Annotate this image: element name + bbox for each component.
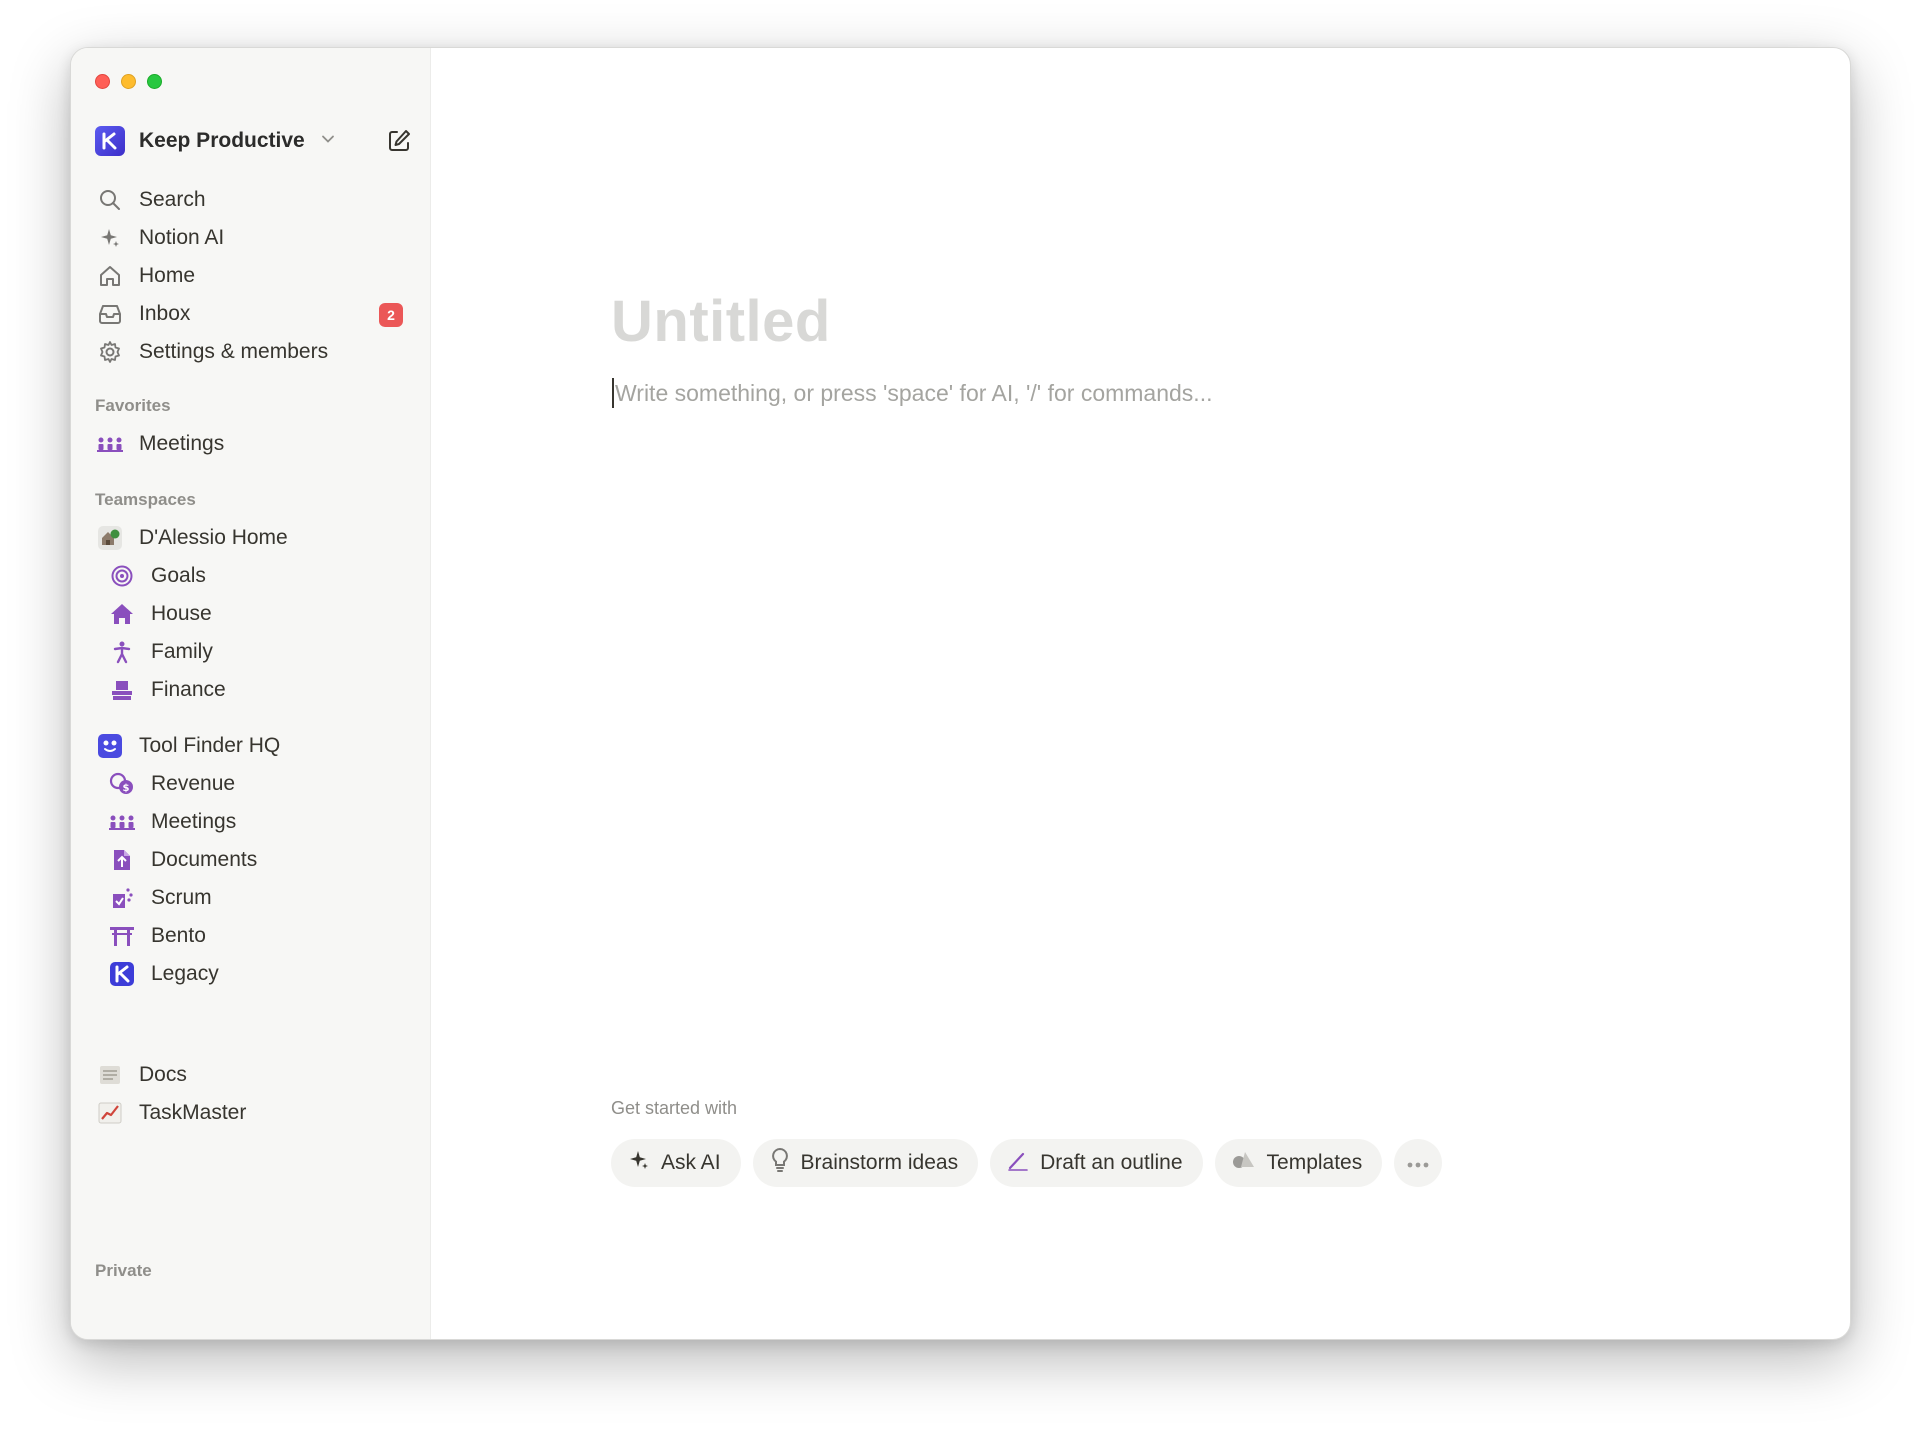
private-section-label: Private bbox=[95, 1261, 152, 1280]
sidebar-item-notion-ai[interactable]: Notion AI bbox=[89, 218, 413, 258]
scroll-icon bbox=[95, 1060, 125, 1090]
app-window: Keep Productive Search Notion AI Home In… bbox=[70, 47, 1851, 1340]
chip-label: Brainstorm ideas bbox=[800, 1151, 959, 1174]
scrum-icon bbox=[107, 883, 137, 913]
sidebar-item-label: Notion AI bbox=[139, 226, 225, 249]
chart-increasing-icon bbox=[95, 1098, 125, 1128]
page-title-input[interactable]: Untitled bbox=[611, 288, 831, 355]
meetings-icon bbox=[107, 807, 137, 837]
sidebar-item-label: Legacy bbox=[151, 962, 219, 985]
compose-icon bbox=[389, 130, 410, 151]
draft-outline-button[interactable]: Draft an outline bbox=[990, 1139, 1203, 1187]
page-body-input[interactable]: Write something, or press 'space' for AI… bbox=[612, 378, 1212, 408]
sidebar-item-label: Meetings bbox=[139, 432, 225, 455]
page-editor: Untitled Write something, or press 'spac… bbox=[431, 48, 1850, 1339]
meetings-icon bbox=[95, 429, 125, 459]
sidebar-item-label: Home bbox=[139, 264, 196, 287]
sidebar-item-favorite-meetings[interactable]: Meetings bbox=[89, 424, 413, 464]
sidebar-item-meetings[interactable]: Meetings bbox=[101, 802, 413, 842]
sidebar-item-label: Docs bbox=[139, 1063, 187, 1086]
new-page-button[interactable] bbox=[383, 125, 415, 157]
sparkle-icon bbox=[627, 1148, 651, 1178]
sidebar-item-scrum[interactable]: Scrum bbox=[101, 878, 413, 918]
workspace-logo-icon bbox=[95, 126, 125, 156]
sidebar-item-label: TaskMaster bbox=[139, 1101, 247, 1124]
pen-icon bbox=[1006, 1148, 1030, 1178]
sidebar-item-label: Goals bbox=[151, 564, 206, 587]
sidebar: Keep Productive Search Notion AI Home In… bbox=[71, 48, 431, 1339]
sidebar-item-label: Family bbox=[151, 640, 213, 663]
sidebar-item-label: D'Alessio Home bbox=[139, 526, 288, 549]
sidebar-item-settings[interactable]: Settings & members bbox=[89, 332, 413, 372]
lightbulb-icon bbox=[769, 1147, 791, 1179]
more-horizontal-icon bbox=[1406, 1151, 1430, 1175]
legacy-logo-icon bbox=[107, 959, 137, 989]
sidebar-item-docs[interactable]: Docs bbox=[89, 1055, 413, 1095]
sidebar-item-label: Bento bbox=[151, 924, 206, 947]
target-icon bbox=[107, 561, 137, 591]
bank-icon bbox=[107, 675, 137, 705]
sidebar-item-label: Inbox bbox=[139, 302, 191, 325]
teamspace-dalessio-home[interactable]: D'Alessio Home bbox=[89, 518, 413, 558]
shapes-icon bbox=[1231, 1148, 1257, 1178]
workspace-switcher[interactable]: Keep Productive bbox=[95, 124, 335, 158]
maximize-window-button[interactable] bbox=[147, 74, 162, 89]
sidebar-item-revenue[interactable]: $ Revenue bbox=[101, 764, 413, 804]
inbox-icon bbox=[95, 299, 125, 329]
gear-icon bbox=[95, 337, 125, 367]
chevron-down-icon bbox=[321, 132, 335, 151]
sidebar-item-home[interactable]: Home bbox=[89, 256, 413, 296]
quick-actions: Ask AI Brainstorm ideas Draft an outline… bbox=[611, 1139, 1443, 1187]
document-icon bbox=[107, 845, 137, 875]
ask-ai-button[interactable]: Ask AI bbox=[611, 1139, 741, 1187]
sidebar-item-taskmaster[interactable]: TaskMaster bbox=[89, 1093, 413, 1133]
person-icon bbox=[107, 637, 137, 667]
sidebar-item-label: Finance bbox=[151, 678, 226, 701]
sidebar-item-label: Documents bbox=[151, 848, 258, 871]
more-options-button[interactable] bbox=[1394, 1139, 1443, 1187]
chip-label: Ask AI bbox=[661, 1151, 721, 1174]
house-icon bbox=[107, 599, 137, 629]
sidebar-item-legacy[interactable]: Legacy bbox=[101, 954, 413, 994]
home-garden-icon bbox=[95, 523, 125, 553]
sidebar-item-search[interactable]: Search bbox=[89, 180, 413, 220]
toolfinder-logo-icon bbox=[95, 731, 125, 761]
close-window-button[interactable] bbox=[95, 74, 110, 89]
favorites-section-label: Favorites bbox=[95, 396, 171, 415]
search-icon bbox=[95, 185, 125, 215]
coins-icon: $ bbox=[107, 769, 137, 799]
teamspaces-section-label: Teamspaces bbox=[95, 490, 196, 509]
teamspace-tool-finder-hq[interactable]: Tool Finder HQ bbox=[89, 726, 413, 766]
minimize-window-button[interactable] bbox=[121, 74, 136, 89]
chip-label: Templates bbox=[1266, 1151, 1363, 1174]
sidebar-item-bento[interactable]: Bento bbox=[101, 916, 413, 956]
sidebar-item-family[interactable]: Family bbox=[101, 632, 413, 672]
sidebar-item-label: House bbox=[151, 602, 212, 625]
sidebar-item-label: Meetings bbox=[151, 810, 237, 833]
brainstorm-ideas-button[interactable]: Brainstorm ideas bbox=[752, 1139, 979, 1187]
get-started-label: Get started with bbox=[611, 1098, 738, 1118]
sidebar-item-label: Settings & members bbox=[139, 340, 329, 363]
sidebar-item-inbox[interactable]: Inbox 2 bbox=[89, 294, 413, 334]
home-icon bbox=[95, 261, 125, 291]
chip-label: Draft an outline bbox=[1040, 1151, 1183, 1174]
torii-icon bbox=[107, 921, 137, 951]
sidebar-item-label: Scrum bbox=[151, 886, 212, 909]
svg-text:$: $ bbox=[123, 783, 130, 794]
sidebar-item-documents[interactable]: Documents bbox=[101, 840, 413, 880]
sidebar-item-label: Search bbox=[139, 188, 206, 211]
templates-button[interactable]: Templates bbox=[1214, 1139, 1383, 1187]
sidebar-item-goals[interactable]: Goals bbox=[101, 556, 413, 596]
sidebar-item-label: Revenue bbox=[151, 772, 236, 795]
inbox-count-badge: 2 bbox=[379, 303, 403, 327]
window-controls bbox=[95, 74, 162, 89]
sidebar-item-house[interactable]: House bbox=[101, 594, 413, 634]
workspace-name: Keep Productive bbox=[139, 129, 305, 152]
sidebar-item-label: Tool Finder HQ bbox=[139, 734, 281, 757]
sparkle-icon bbox=[95, 223, 125, 253]
sidebar-item-finance[interactable]: Finance bbox=[101, 670, 413, 710]
